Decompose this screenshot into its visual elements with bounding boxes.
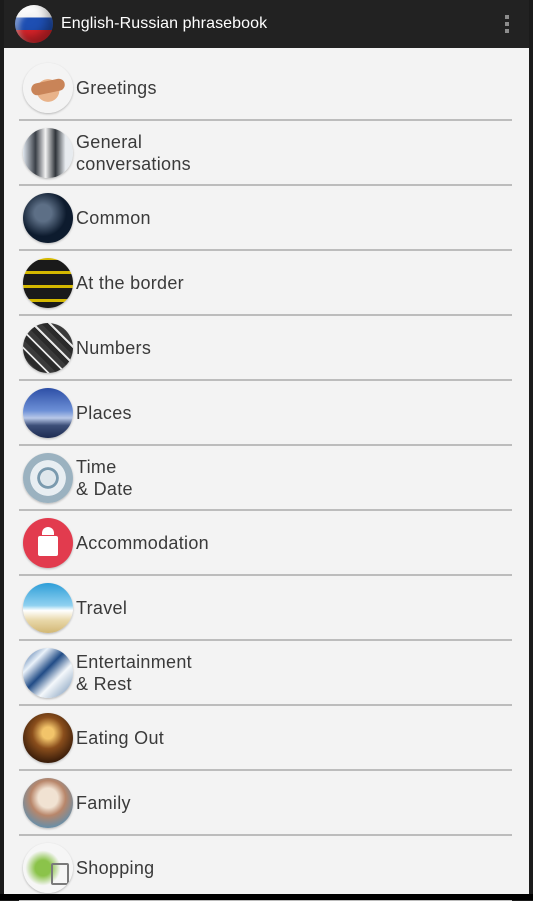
family-icon	[23, 777, 73, 828]
hotel-icon	[23, 517, 73, 568]
list-item-accommodation[interactable]: Accommodation	[19, 511, 512, 576]
list-item-label: Entertainment & Rest	[76, 651, 192, 694]
list-item-label: At the border	[76, 272, 184, 293]
list-item-numbers[interactable]: Numbers	[19, 316, 512, 381]
list-item-label: Accommodation	[76, 532, 209, 553]
numbers-icon	[23, 322, 73, 373]
list-item-label: Eating Out	[76, 727, 165, 748]
list-item-places[interactable]: Places	[19, 381, 512, 446]
handshake-icon	[23, 62, 73, 113]
bottom-edge	[0, 894, 533, 900]
beach-icon	[23, 582, 73, 633]
business-people-icon	[23, 127, 73, 178]
people-talking-icon	[23, 192, 73, 243]
russian-flag-icon[interactable]	[15, 5, 53, 43]
list-item-label: Shopping	[76, 857, 155, 878]
app-window: English-Russian phrasebook Greetings Gen…	[4, 0, 529, 901]
list-item-label: General conversations	[76, 131, 191, 174]
list-item-label: Family	[76, 792, 131, 813]
list-item-family[interactable]: Family	[19, 771, 512, 836]
entertainment-icon	[23, 647, 73, 698]
list-item-entertainment-rest[interactable]: Entertainment & Rest	[19, 641, 512, 706]
shopping-cart-icon	[23, 842, 73, 893]
list-item-eating-out[interactable]: Eating Out	[19, 706, 512, 771]
clock-icon	[23, 452, 73, 503]
vertical-dots-icon[interactable]	[495, 12, 519, 36]
list-item-at-the-border[interactable]: At the border	[19, 251, 512, 316]
list-item-time-date[interactable]: Time & Date	[19, 446, 512, 511]
city-skyline-icon	[23, 387, 73, 438]
list-item-general-conversations[interactable]: General conversations	[19, 121, 512, 186]
list-item-label: Greetings	[76, 77, 157, 98]
list-item-travel[interactable]: Travel	[19, 576, 512, 641]
list-item-shopping[interactable]: Shopping	[19, 836, 512, 901]
list-item-label: Time & Date	[76, 456, 133, 499]
action-bar: English-Russian phrasebook	[4, 0, 529, 48]
restaurant-icon	[23, 712, 73, 763]
list-item-label: Numbers	[76, 337, 152, 358]
app-title: English-Russian phrasebook	[61, 15, 268, 32]
list-item-label: Travel	[76, 597, 128, 618]
list-item-label: Common	[76, 207, 151, 228]
list-item-label: Places	[76, 402, 132, 423]
list-item-common[interactable]: Common	[19, 186, 512, 251]
border-sign-icon	[23, 257, 73, 308]
list-item-greetings[interactable]: Greetings	[19, 56, 512, 121]
category-list: Greetings General conversations Common A…	[4, 56, 529, 901]
